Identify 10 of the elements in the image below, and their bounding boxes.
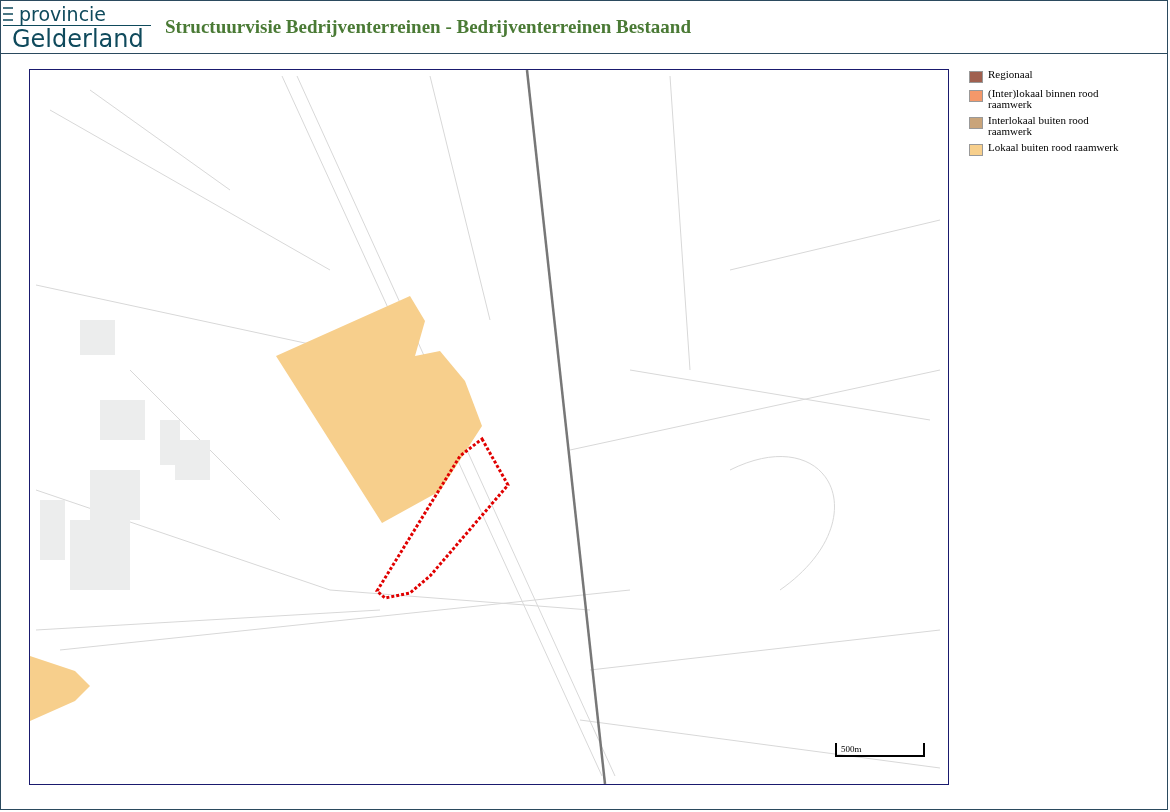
industrial-area	[30, 656, 90, 721]
legend-label: Regionaal	[988, 69, 1033, 80]
legend-label: (Inter)lokaal binnen rood raamwerk	[988, 88, 1100, 110]
logo-text: provincie	[19, 3, 107, 24]
legend-label: Lokaal buiten rood raamwerk	[988, 142, 1119, 153]
scale-label: 500m	[841, 744, 862, 754]
page-title: Structuurvisie Bedrijventerreinen - Bedrijventerreinen Bestaand	[165, 16, 691, 38]
lines-icon	[3, 6, 13, 21]
logo-text: Gelderland	[11, 25, 145, 52]
legend-label: Interlokaal buiten rood raamwerk	[988, 115, 1090, 137]
